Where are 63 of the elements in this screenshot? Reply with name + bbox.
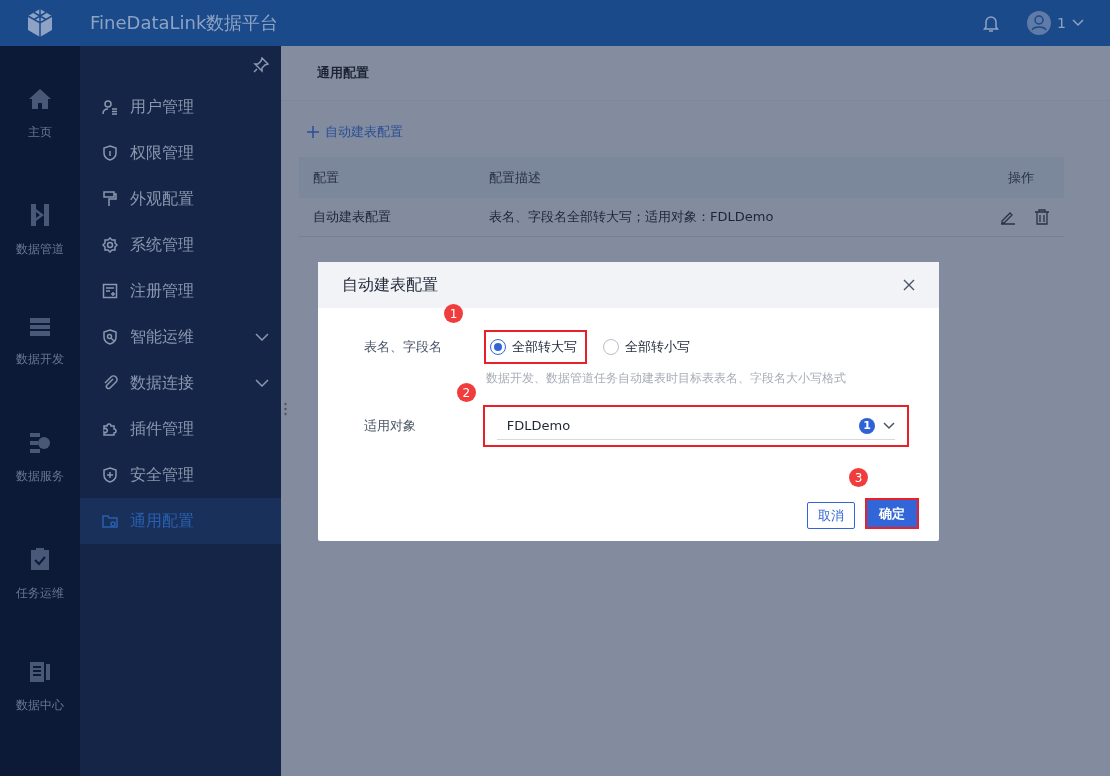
avatar-icon (1027, 11, 1052, 35)
close-button[interactable] (903, 279, 915, 291)
sidebar-item[interactable]: 安全管理 (80, 452, 281, 498)
cancel-button[interactable]: 取消 (807, 502, 855, 529)
dialog-title: 自动建表配置 (342, 274, 438, 296)
shield-icon (102, 145, 118, 161)
column-header: 配置 (312, 168, 340, 187)
chevron-down-icon (883, 421, 895, 430)
sidebar-item[interactable]: 外观配置 (80, 176, 281, 222)
rail-item[interactable]: 数据管道 (16, 202, 64, 318)
hint-text: 数据开发、数据管道任务自动建表时目标表表名、字段名大小写格式 (486, 370, 847, 387)
target-select[interactable]: FDLDemo 1 (496, 412, 895, 440)
column-header: 配置描述 (488, 168, 542, 187)
user-icon (102, 99, 118, 115)
folder-settings-icon (102, 513, 118, 529)
table-cell-text: 自动建表配置 (312, 208, 392, 226)
chevron-down-icon[interactable] (255, 379, 269, 387)
clipboard-check-icon (30, 546, 50, 571)
server-icon (29, 317, 51, 338)
sidebar-item[interactable]: 数据连接 (80, 360, 281, 406)
paperclip-icon (102, 375, 118, 391)
bell-icon[interactable] (983, 14, 1000, 32)
trash-icon[interactable] (1034, 209, 1050, 225)
field-label: 适用对象 (364, 417, 417, 435)
step-badge: 2 (456, 383, 476, 402)
sidebar-item[interactable]: 权限管理 (80, 130, 281, 176)
search-icon (102, 329, 118, 345)
radio-option[interactable]: 全部转大写 (484, 330, 587, 364)
pipeline-icon (30, 202, 50, 227)
count-badge: 1 (859, 417, 875, 434)
table-cell-text: 表名、字段名全部转大写；适用对象：FDLDemo (488, 208, 775, 226)
service-icon (29, 432, 51, 454)
sidebar-item[interactable]: 注册管理 (80, 268, 281, 314)
sidebar-item[interactable]: 用户管理 (80, 84, 281, 130)
sidebar-item[interactable]: 插件管理 (80, 406, 281, 452)
settings-icon (102, 237, 118, 253)
sidebar-item[interactable]: 智能运维 (80, 314, 281, 360)
pin-icon[interactable] (253, 57, 269, 73)
app-title: FineDataLink数据平台 (90, 11, 279, 35)
document-icon (29, 661, 51, 684)
shield-plus-icon (102, 467, 118, 483)
user-menu[interactable]: 1 (1027, 11, 1084, 35)
confirm-button[interactable]: 确定 (865, 498, 919, 529)
close-icon (903, 279, 915, 291)
home-icon (28, 88, 52, 110)
user-name: 1 (1057, 15, 1066, 31)
plus-icon (307, 126, 319, 138)
field-label: 表名、字段名 (364, 338, 443, 356)
chevron-down-icon (1072, 19, 1084, 27)
step-badge: 3 (849, 468, 868, 487)
form-icon (102, 283, 118, 299)
resize-handle-icon[interactable] (284, 402, 287, 416)
rail-item[interactable]: 数据开发 (16, 317, 64, 432)
column-header: 操作 (1007, 168, 1035, 187)
sidebar-item[interactable]: 系统管理 (80, 222, 281, 268)
rail-item[interactable]: 数据中心 (16, 661, 64, 776)
rail-item[interactable]: 数据服务 (16, 432, 64, 547)
chevron-down-icon[interactable] (255, 333, 269, 341)
rail-item[interactable]: 任务运维 (16, 546, 64, 662)
rail-item[interactable]: 主页 (28, 88, 52, 203)
puzzle-icon (102, 421, 118, 437)
paint-roller-icon (102, 191, 118, 207)
step-badge: 1 (444, 304, 463, 323)
